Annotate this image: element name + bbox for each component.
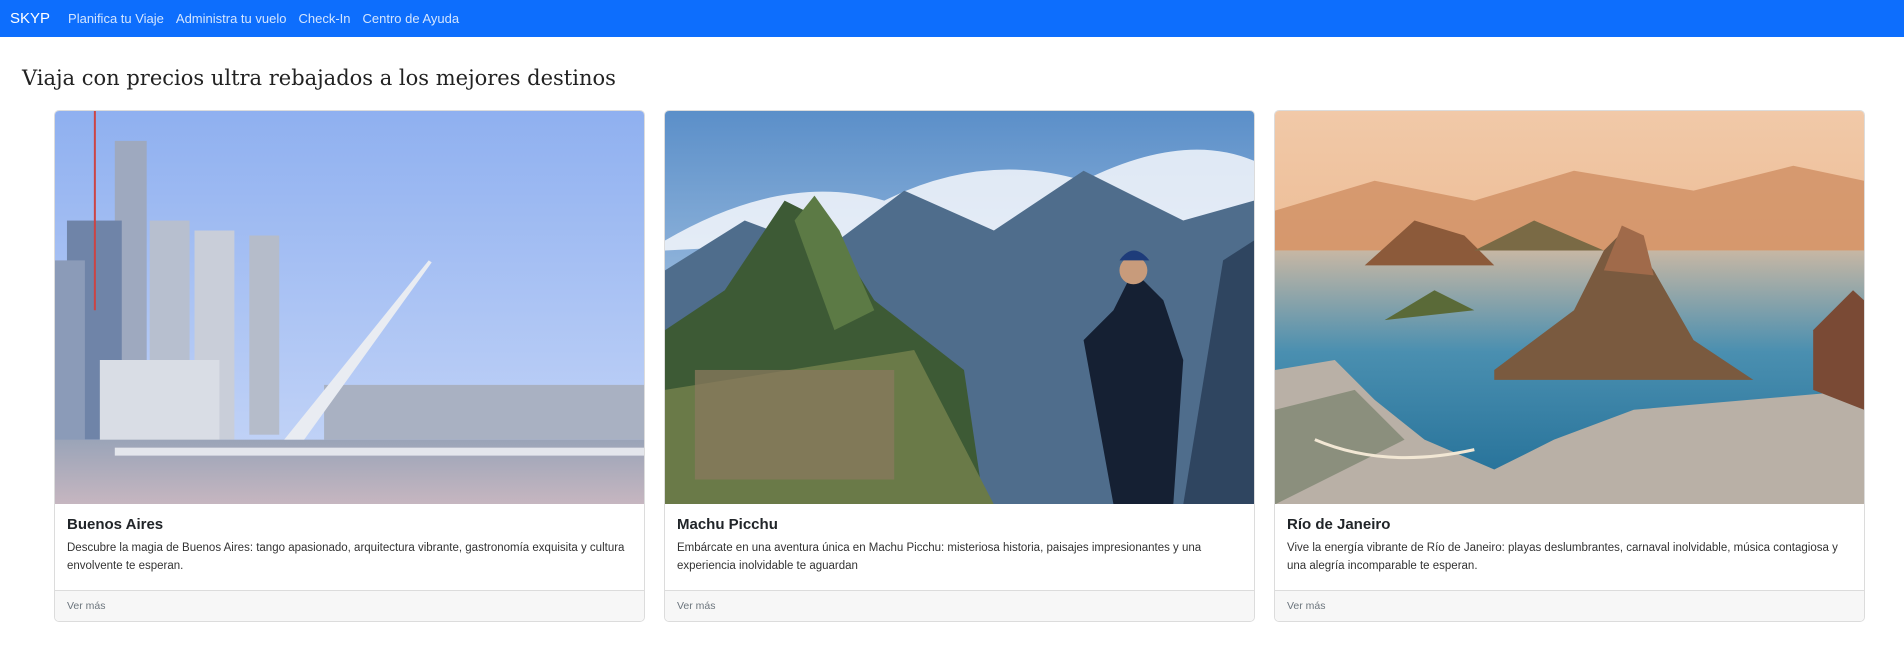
- nav-link-planifica[interactable]: Planifica tu Viaje: [68, 11, 164, 26]
- card-text: Embárcate en una aventura única en Machu…: [677, 542, 1202, 573]
- card-title: Río de Janeiro: [1287, 516, 1391, 534]
- card-buenos-aires: Buenos Aires Descubre la magia de Buenos…: [54, 110, 645, 622]
- card-text: Descubre la magia de Buenos Aires: tango…: [67, 542, 625, 573]
- top-navbar: SKYP Planifica tu Viaje Administra tu vu…: [0, 0, 1904, 37]
- card-title: Machu Picchu: [677, 516, 778, 534]
- rio-de-janeiro-image: [1275, 111, 1864, 505]
- ver-mas-link[interactable]: Ver más: [55, 590, 644, 621]
- card-rio-de-janeiro: Río de Janeiro Vive la energía vibrante …: [1274, 110, 1865, 622]
- card-title: Buenos Aires: [67, 516, 164, 534]
- destination-cards: Buenos Aires Descubre la magia de Buenos…: [54, 110, 1865, 622]
- card-machu-picchu: Machu Picchu Embárcate en una aventura ú…: [664, 110, 1255, 622]
- ver-mas-link[interactable]: Ver más: [1275, 590, 1864, 621]
- nav-link-ayuda[interactable]: Centro de Ayuda: [363, 11, 460, 26]
- ver-mas-link[interactable]: Ver más: [665, 590, 1254, 621]
- nav-link-checkin[interactable]: Check-In: [298, 11, 350, 26]
- page-heading: Viaja con precios ultra rebajados a los …: [22, 66, 616, 90]
- buenos-aires-image: [55, 111, 644, 505]
- card-text: Vive la energía vibrante de Río de Janei…: [1287, 542, 1838, 573]
- brand-logo[interactable]: SKYP: [10, 10, 50, 27]
- machu-picchu-image: [665, 111, 1254, 505]
- nav-link-administra[interactable]: Administra tu vuelo: [176, 11, 287, 26]
